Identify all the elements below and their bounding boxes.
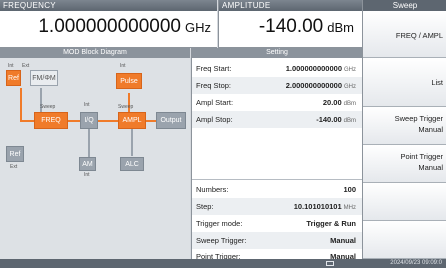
setting-key: Step: [196,202,214,211]
setting-row-numbers[interactable]: Numbers: 100 [192,181,362,198]
setting-key: Freq Stop: [196,81,232,90]
softkey-label: List [431,78,443,87]
ampl-start-value: 20.00 [322,98,342,107]
setting-row-freq-stop[interactable]: Freq Stop: 2.000000000000 GHz [192,77,362,94]
softkey-label: FREQ / AMPL [395,31,443,40]
softkey-sweep-trigger[interactable]: Sweep Trigger Manual [363,107,446,145]
setting-panel: Setting Freq Start: 1.000000000000 GHz Fr… [191,48,362,261]
block-diagram-title: MOD Block Diagram [0,48,190,58]
amplitude-value: -140.00 [258,16,324,37]
setting-divider [192,179,362,180]
int-label-iq: Int [84,102,90,108]
softkey-list[interactable]: List [363,58,446,107]
frequency-readout[interactable]: FREQUENCY 1.000000000000 GHz [0,0,217,48]
step-value: 10.101010101 [293,202,342,211]
softkey-sublabel: Manual [418,163,443,172]
amplitude-label: AMPLITUDE [219,0,362,11]
setting-key: Trigger mode: [196,219,243,228]
am-block[interactable]: AM [79,157,96,171]
line-ref-vertical [20,88,22,121]
freq-start-unit: GHz [344,67,356,73]
line-iq-am [88,128,90,160]
sweep-label-freq: Sweep [40,104,56,110]
setting-value: 2.000000000000 GHz [286,81,356,90]
softkey-label: Sweep Trigger [394,114,443,123]
ext-label-ref2: Ext [10,164,18,170]
softkey-point-trigger[interactable]: Point Trigger Manual [363,145,446,183]
softkey-menu-title: Sweep [363,0,446,11]
frequency-value-display: 1.000000000000 GHz [0,16,211,38]
frequency-value: 1.000000000000 [38,16,181,37]
setting-value: -140.00 dBm [316,115,356,124]
setting-key: Ampl Start: [196,98,234,107]
ampl-start-unit: dBm [343,101,356,107]
status-datetime: 2024/09/23 09:09:0 [390,260,442,266]
softkey-empty-5[interactable] [363,183,446,221]
frequency-unit: GHz [185,20,211,35]
setting-row-ampl-start[interactable]: Ampl Start: 20.00 dBm [192,94,362,111]
signal-generator-screen: FREQUENCY 1.000000000000 GHz AMPLITUDE -1… [0,0,446,268]
ref-out-block[interactable]: Ref [6,146,24,162]
setting-value: 20.00 dBm [323,98,356,107]
setting-title: Setting [192,48,362,58]
line-pulse-ampl [128,93,130,113]
freq-block[interactable]: FREQ [34,112,68,129]
setting-row-trigger-mode[interactable]: Trigger mode: Trigger & Run [192,215,362,232]
line-ampl-alc [131,128,133,156]
setting-row-freq-start[interactable]: Freq Start: 1.000000000000 GHz [192,60,362,77]
setting-value: Manual [330,236,356,245]
output-block[interactable]: Output [156,112,186,129]
setting-key: Numbers: [196,185,229,194]
setting-value: 1.000000000000 GHz [286,64,356,73]
pulse-block[interactable]: Pulse [116,73,142,89]
setting-value: 100 [343,185,356,194]
setting-value: Trigger & Run [306,219,356,228]
softkey-empty-6[interactable] [363,221,446,259]
step-unit: MHz [343,205,356,211]
frequency-label: FREQUENCY [0,0,217,11]
softkey-panel: Sweep FREQ / AMPL List Sweep Trigger Man… [362,0,446,259]
fm-pm-block[interactable]: FM/ΦM [30,70,58,86]
ampl-block[interactable]: AMPL [118,112,146,129]
int-label-pulse: Int [120,63,126,69]
freq-stop-value: 2.000000000000 [285,81,342,90]
ref-block[interactable]: Ref [6,70,21,86]
ext-label: Ext [22,63,30,69]
setting-row-step[interactable]: Step: 10.101010101 MHz [192,198,362,215]
sweep-label-ampl: Sweep [118,104,134,110]
freq-stop-unit: GHz [344,84,356,90]
alc-block[interactable]: ALC [120,157,144,171]
ampl-stop-unit: dBm [343,118,356,124]
int-label: Int [8,63,14,69]
softkey-freq-ampl[interactable]: FREQ / AMPL [363,11,446,58]
setting-key: Freq Start: [196,64,232,73]
setting-key: Ampl Stop: [196,115,233,124]
amplitude-readout[interactable]: AMPLITUDE -140.00 dBm [218,0,362,48]
setting-value: 10.101010101 MHz [294,202,356,211]
amplitude-unit: dBm [327,20,354,35]
amplitude-value-display: -140.00 dBm [219,16,354,38]
numbers-value: 100 [343,185,356,194]
softkey-label: Point Trigger [400,152,443,161]
softkey-sublabel: Manual [418,125,443,134]
int-label-am: Int [84,172,90,178]
freq-start-value: 1.000000000000 [285,64,342,73]
status-bar: 2024/09/23 09:09:0 [0,259,446,268]
iq-block[interactable]: I/Q [80,112,98,129]
block-diagram-area: Int Ext Int Sweep Sweep Int Ext Int Ref … [0,58,190,259]
storage-icon [326,261,334,266]
setting-row-sweep-trigger[interactable]: Sweep Trigger: Manual [192,232,362,249]
ampl-stop-value: -140.00 [316,115,342,124]
setting-key: Sweep Trigger: [196,236,247,245]
line-iq-ampl [96,120,120,122]
mod-block-diagram-panel: MOD Block Diagram Int Ext Int Sweep Swee… [0,48,190,259]
setting-row-ampl-stop[interactable]: Ampl Stop: -140.00 dBm [192,111,362,128]
